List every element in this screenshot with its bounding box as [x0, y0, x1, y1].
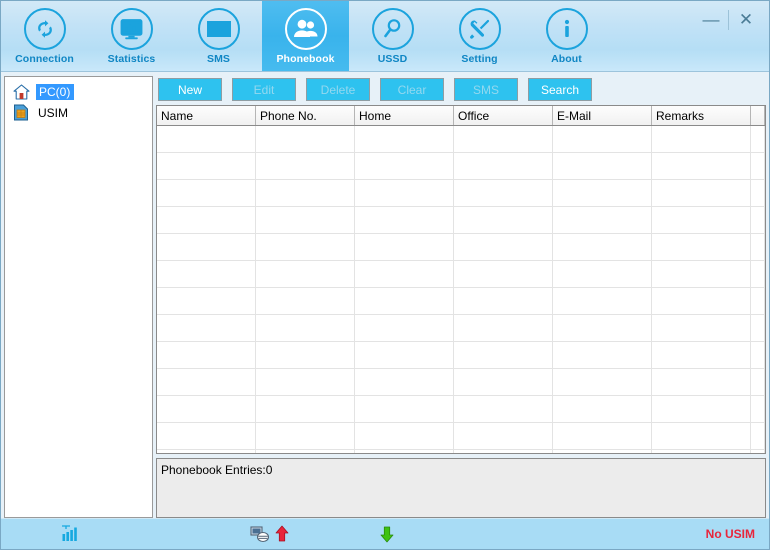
upload-arrow-icon — [275, 525, 289, 542]
content-area: PC(0) USIM New Edit Delete Clear SMS Sea… — [1, 72, 769, 518]
sms-button[interactable]: SMS — [454, 78, 518, 101]
table-row[interactable] — [157, 288, 765, 315]
window-controls: — ✕ — [694, 5, 763, 35]
tab-ussd[interactable]: USSD — [349, 1, 436, 71]
column-header-filler[interactable] — [751, 106, 765, 125]
tab-about[interactable]: About — [523, 1, 610, 71]
upload-indicator — [274, 525, 290, 543]
clear-button[interactable]: Clear — [380, 78, 444, 101]
table-row[interactable] — [157, 234, 765, 261]
bar-chart-monitor-icon — [120, 18, 143, 39]
status-panel: Phonebook Entries:0 — [156, 458, 766, 518]
tab-statistics[interactable]: Statistics — [88, 1, 175, 71]
table-row[interactable] — [157, 342, 765, 369]
statistics-icon-circle — [110, 8, 153, 50]
tab-label: Statistics — [107, 53, 156, 65]
status-bar: No USIM — [1, 518, 769, 549]
envelope-icon — [206, 21, 231, 37]
table-row[interactable] — [157, 180, 765, 207]
edit-button[interactable]: Edit — [232, 78, 296, 101]
sim-card-icon — [14, 104, 28, 121]
download-arrow-icon — [380, 526, 394, 543]
sidebar-item-label: PC(0) — [36, 83, 75, 100]
table-row[interactable] — [157, 423, 765, 450]
tab-label: Phonebook — [276, 53, 335, 65]
wrench-screwdriver-icon — [470, 19, 490, 39]
connection-icon-circle — [23, 8, 66, 50]
phonebook-entries-text: Phonebook Entries:0 — [161, 463, 273, 477]
table-row[interactable] — [157, 261, 765, 288]
signal-bars-icon — [62, 525, 77, 541]
tab-phonebook[interactable]: Phonebook — [262, 1, 349, 71]
tab-label: Connection — [15, 53, 74, 65]
tab-setting[interactable]: Setting — [436, 1, 523, 71]
table-row[interactable] — [157, 450, 765, 453]
about-icon-circle — [545, 8, 588, 50]
table-row[interactable] — [157, 207, 765, 234]
close-button[interactable]: ✕ — [729, 6, 763, 34]
table-row[interactable] — [157, 315, 765, 342]
network-connection-indicator — [250, 525, 270, 543]
table-header-row: Name Phone No. Home Office E-Mail Remark… — [157, 106, 765, 126]
usim-status-text: No USIM — [705, 527, 755, 541]
column-header-name[interactable]: Name — [157, 106, 256, 125]
sms-icon-circle — [197, 8, 240, 50]
phonebook-panel: New Edit Delete Clear SMS Search Name Ph… — [156, 76, 766, 518]
tab-label: Setting — [461, 53, 498, 65]
phonebook-icon-circle — [284, 8, 327, 50]
minimize-button[interactable]: — — [694, 6, 728, 34]
table-row[interactable] — [157, 126, 765, 153]
tab-label: About — [551, 53, 582, 65]
action-button-bar: New Edit Delete Clear SMS Search — [156, 76, 766, 105]
table-row[interactable] — [157, 396, 765, 423]
table-row[interactable] — [157, 369, 765, 396]
column-header-remarks[interactable]: Remarks — [652, 106, 751, 125]
main-toolbar: Connection Statistics SMS Phonebook USSD… — [1, 1, 769, 72]
sidebar-item-pc[interactable]: PC(0) — [7, 81, 150, 102]
column-header-email[interactable]: E-Mail — [553, 106, 652, 125]
contacts-people-icon — [293, 19, 317, 37]
sidebar-item-usim[interactable]: USIM — [7, 102, 150, 123]
home-icon — [13, 83, 30, 100]
delete-button[interactable]: Delete — [306, 78, 370, 101]
storage-tree-sidebar: PC(0) USIM — [4, 76, 153, 518]
column-header-phone[interactable]: Phone No. — [256, 106, 355, 125]
info-icon — [564, 19, 569, 37]
column-header-office[interactable]: Office — [454, 106, 553, 125]
download-indicator — [379, 525, 395, 543]
tab-sms[interactable]: SMS — [175, 1, 262, 71]
refresh-sync-icon — [37, 20, 52, 38]
setting-icon-circle — [458, 8, 501, 50]
ussd-icon-circle — [371, 8, 414, 50]
tab-connection[interactable]: Connection — [1, 1, 88, 71]
sidebar-item-label: USIM — [38, 105, 68, 120]
signal-strength-indicator — [59, 525, 81, 543]
network-connection-icon — [250, 526, 270, 543]
new-button[interactable]: New — [158, 78, 222, 101]
phonebook-table: Name Phone No. Home Office E-Mail Remark… — [156, 105, 766, 454]
tab-label: SMS — [206, 53, 231, 65]
table-body[interactable] — [157, 126, 765, 453]
column-header-home[interactable]: Home — [355, 106, 454, 125]
table-row[interactable] — [157, 153, 765, 180]
tab-label: USSD — [377, 53, 408, 65]
magnifier-icon — [383, 19, 400, 38]
application-window: Connection Statistics SMS Phonebook USSD… — [0, 0, 770, 550]
search-button[interactable]: Search — [528, 78, 592, 101]
